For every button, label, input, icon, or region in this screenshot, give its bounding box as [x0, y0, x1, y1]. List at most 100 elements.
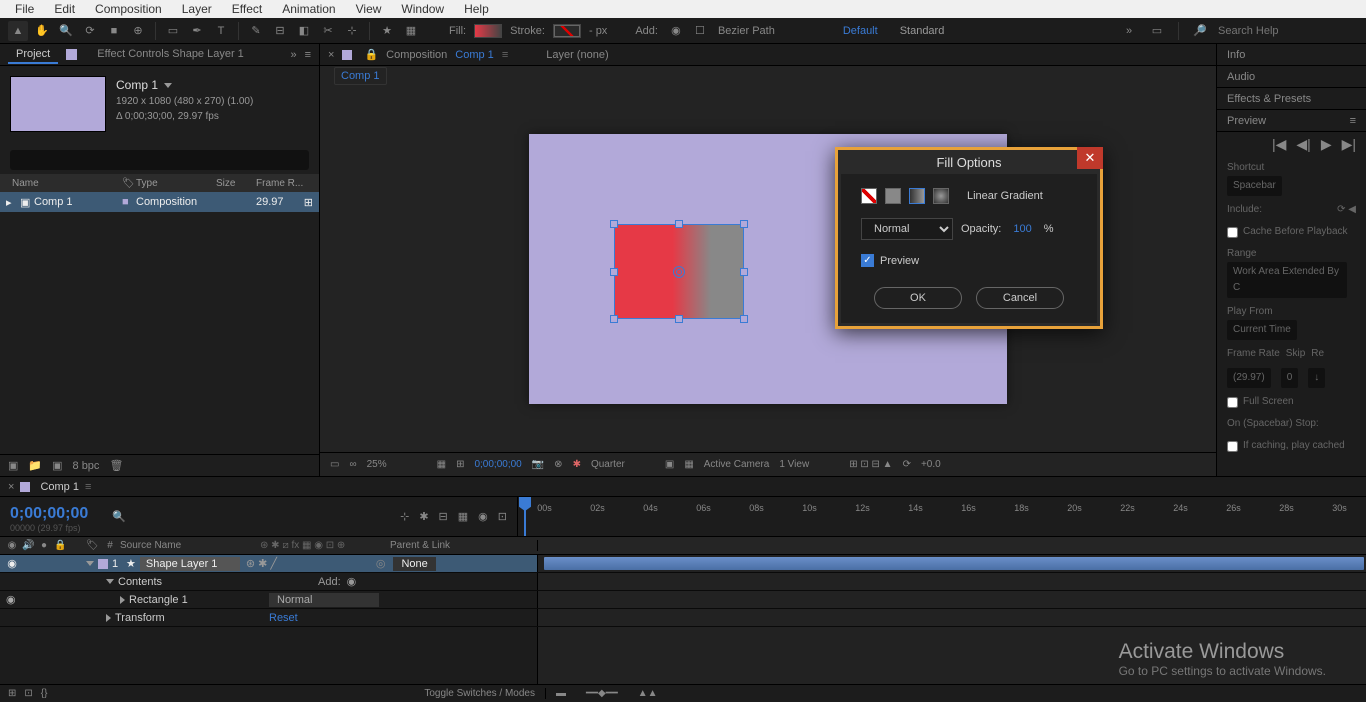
panel-effects-presets[interactable]: Effects & Presets: [1217, 88, 1366, 110]
camera-tool-icon[interactable]: ■: [104, 21, 124, 41]
play-from-dropdown[interactable]: Current Time: [1227, 320, 1297, 340]
fill-type-none[interactable]: [861, 188, 877, 204]
graph-editor-icon[interactable]: ⊡: [498, 510, 507, 523]
timeline-tab[interactable]: Comp 1: [40, 481, 79, 493]
anchor-point-icon[interactable]: [673, 266, 685, 278]
stroke-swatch[interactable]: [553, 24, 581, 38]
range-dropdown[interactable]: Work Area Extended By C: [1227, 262, 1347, 298]
zoom-slider[interactable]: ━━◆━━: [586, 688, 618, 699]
col-audio-icon[interactable]: 🔊: [22, 540, 34, 551]
clone-tool-icon[interactable]: ⊟: [270, 21, 290, 41]
magnification-icon[interactable]: ▭: [330, 459, 339, 470]
pen-tool-icon[interactable]: ✒: [187, 21, 207, 41]
col-lock-icon[interactable]: 🔒: [54, 540, 66, 551]
cancel-button[interactable]: Cancel: [976, 287, 1064, 309]
resize-handle[interactable]: [740, 268, 748, 276]
res-dropdown[interactable]: ↓: [1308, 368, 1325, 388]
toggle-switches[interactable]: Toggle Switches / Modes: [424, 688, 535, 699]
bezier-checkbox[interactable]: ☐: [690, 21, 710, 41]
brush-tool-icon[interactable]: ✎: [246, 21, 266, 41]
col-source-name[interactable]: Source Name: [120, 540, 260, 551]
zoom-level[interactable]: 25%: [367, 459, 387, 470]
viewer-tab-composition[interactable]: Composition: [386, 49, 447, 61]
stroke-width[interactable]: - px: [589, 25, 607, 37]
grid-toggle-icon[interactable]: ⊞: [456, 459, 464, 470]
panel-audio[interactable]: Audio: [1217, 66, 1366, 88]
menu-layer[interactable]: Layer: [172, 2, 222, 16]
resize-handle[interactable]: [610, 220, 618, 228]
col-video-icon[interactable]: ◉: [6, 540, 18, 551]
bpc-toggle[interactable]: 8 bpc: [73, 460, 100, 472]
ok-button[interactable]: OK: [874, 287, 962, 309]
preview-checkbox[interactable]: ✓: [861, 254, 874, 267]
fill-type-solid[interactable]: [885, 188, 901, 204]
footer-icon-2[interactable]: ⊡: [24, 688, 32, 699]
col-size[interactable]: Size: [210, 178, 250, 189]
close-button[interactable]: ✕: [1077, 147, 1103, 169]
resize-handle[interactable]: [740, 315, 748, 323]
roto-tool-icon[interactable]: ✂: [318, 21, 338, 41]
layer-rectangle-1[interactable]: ◉ Rectangle 1 Normal: [0, 591, 1366, 609]
layer-shape-layer-1[interactable]: ◉ 1 ★ Shape Layer 1 ⊛ ✱ ╱ ◎ None: [0, 555, 1366, 573]
delete-icon[interactable]: 🗑: [109, 459, 123, 472]
eraser-tool-icon[interactable]: ◧: [294, 21, 314, 41]
viewer-tab-layer[interactable]: Layer (none): [546, 49, 608, 61]
snapshot-icon[interactable]: 📷: [532, 459, 544, 470]
motion-blur-icon[interactable]: ◉: [478, 510, 488, 523]
type-tool-icon[interactable]: T: [211, 21, 231, 41]
search-icon[interactable]: 🔎: [1190, 21, 1210, 41]
footer-icon-3[interactable]: {}: [41, 688, 48, 699]
resolution-icon[interactable]: ▦: [437, 459, 446, 470]
viewer-time[interactable]: 0;00;00;00: [474, 459, 521, 470]
project-item-comp1[interactable]: ▸▣ Comp 1 ■ Composition 29.97 ⊞: [0, 192, 319, 212]
shortcut-dropdown[interactable]: Spacebar: [1227, 176, 1282, 196]
camera-dropdown[interactable]: Active Camera: [704, 459, 770, 470]
resize-handle[interactable]: [610, 315, 618, 323]
play-icon[interactable]: ▶: [1321, 136, 1332, 153]
fps-dropdown[interactable]: (29.97): [1227, 368, 1271, 388]
col-frame-rate[interactable]: Frame R...: [250, 178, 309, 189]
menu-help[interactable]: Help: [454, 2, 499, 16]
cache-checkbox[interactable]: [1227, 227, 1238, 238]
menu-window[interactable]: Window: [391, 2, 454, 16]
comp-thumbnail[interactable]: [10, 76, 106, 132]
workspace-default[interactable]: Default: [843, 25, 878, 37]
blend-mode-select[interactable]: Normal: [861, 218, 953, 240]
menu-edit[interactable]: Edit: [44, 2, 85, 16]
reset-link[interactable]: Reset: [269, 612, 298, 624]
panel-preview[interactable]: Preview≡: [1217, 110, 1366, 132]
menu-file[interactable]: File: [5, 2, 44, 16]
menu-effect[interactable]: Effect: [222, 2, 272, 16]
timeline-ruler[interactable]: 00s02s 04s06s 08s10s 12s14s 16s18s 20s22…: [518, 497, 1366, 536]
new-comp-icon[interactable]: ▣: [52, 459, 62, 472]
resize-handle[interactable]: [740, 220, 748, 228]
search-help-input[interactable]: [1218, 25, 1358, 37]
skip-dropdown[interactable]: 0: [1281, 368, 1299, 388]
zoom-in-icon[interactable]: ▲▲: [638, 688, 658, 699]
tab-project[interactable]: Project: [8, 46, 58, 64]
zoom-out-icon[interactable]: ▬: [556, 688, 566, 699]
col-name[interactable]: Name: [6, 178, 116, 189]
timeline-timecode[interactable]: 0;00;00;00: [0, 501, 98, 523]
tab-effect-controls[interactable]: Effect Controls Shape Layer 1: [89, 46, 252, 64]
add-menu-icon[interactable]: ◉: [666, 21, 686, 41]
prev-frame-icon[interactable]: ◀|: [1296, 136, 1310, 153]
puppet-tool-icon[interactable]: ⊹: [342, 21, 362, 41]
color-mgmt-icon[interactable]: ✱: [573, 459, 581, 470]
resize-handle[interactable]: [675, 315, 683, 323]
fill-type-radial[interactable]: [933, 188, 949, 204]
new-folder-icon[interactable]: 📁: [28, 459, 42, 472]
grid-icon[interactable]: ▦: [401, 21, 421, 41]
comp-mini-flowchart-icon[interactable]: ⊹: [400, 510, 409, 523]
viewer-tab-comp-name[interactable]: Comp 1: [455, 49, 494, 61]
draft-3d-icon[interactable]: ✱: [419, 510, 428, 523]
menu-animation[interactable]: Animation: [272, 2, 345, 16]
col-type[interactable]: Type: [130, 178, 210, 189]
shy-icon[interactable]: ⊟: [439, 510, 448, 523]
fill-type-linear[interactable]: [909, 188, 925, 204]
layer-name[interactable]: Shape Layer 1: [140, 557, 240, 571]
breadcrumb-comp[interactable]: Comp 1: [334, 67, 387, 85]
selection-tool-icon[interactable]: ▲: [8, 21, 28, 41]
workspace-standard[interactable]: Standard: [900, 25, 945, 37]
view-layout[interactable]: 1 View: [779, 459, 809, 470]
